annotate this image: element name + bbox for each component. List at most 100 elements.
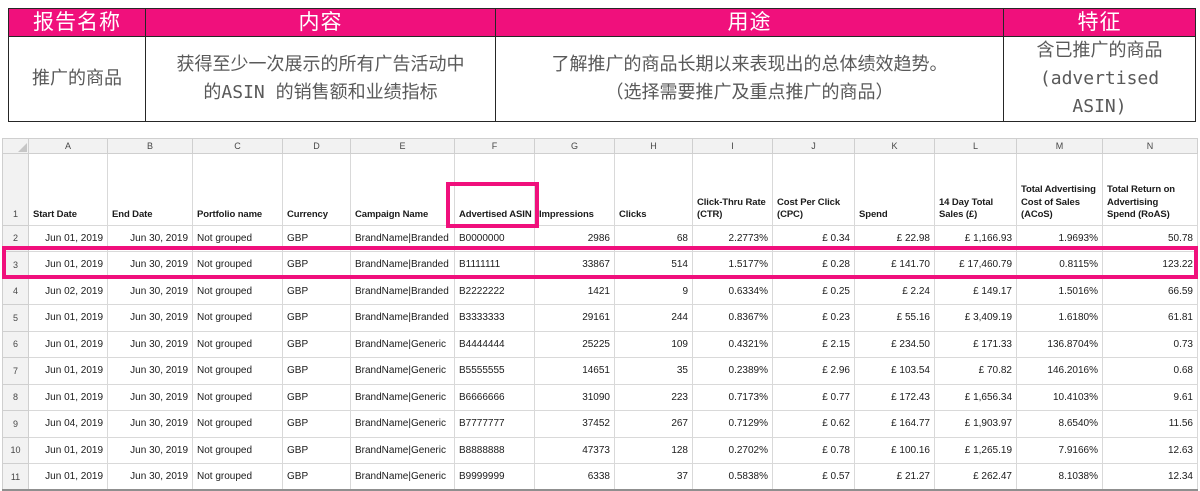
cell-E8[interactable]: BrandName|Generic — [351, 384, 455, 411]
cell-E2[interactable]: BrandName|Branded — [351, 225, 455, 252]
header-cell-I1[interactable]: Click-Thru Rate (CTR) — [693, 153, 773, 225]
cell-I6[interactable]: 0.4321% — [693, 331, 773, 358]
cell-I4[interactable]: 0.6334% — [693, 278, 773, 305]
cell-B3[interactable]: Jun 30, 2019 — [108, 252, 193, 279]
cell-H2[interactable]: 68 — [615, 225, 693, 252]
cell-J2[interactable]: £ 0.34 — [773, 225, 855, 252]
header-cell-K1[interactable]: Spend — [855, 153, 935, 225]
cell-E9[interactable]: BrandName|Generic — [351, 411, 455, 438]
cell-D7[interactable]: GBP — [283, 358, 351, 385]
header-cell-E1[interactable]: Campaign Name — [351, 153, 455, 225]
cell-N10[interactable]: 12.63 — [1103, 437, 1198, 464]
column-letter-G[interactable]: G — [535, 138, 615, 153]
row-number-2[interactable]: 2 — [3, 225, 29, 252]
cell-M10[interactable]: 7.9166% — [1017, 437, 1103, 464]
cell-C5[interactable]: Not grouped — [193, 305, 283, 332]
cell-C7[interactable]: Not grouped — [193, 358, 283, 385]
cell-D10[interactable]: GBP — [283, 437, 351, 464]
cell-M8[interactable]: 10.4103% — [1017, 384, 1103, 411]
cell-D4[interactable]: GBP — [283, 278, 351, 305]
cell-N7[interactable]: 0.68 — [1103, 358, 1198, 385]
cell-I7[interactable]: 0.2389% — [693, 358, 773, 385]
cell-B7[interactable]: Jun 30, 2019 — [108, 358, 193, 385]
cell-K6[interactable]: £ 234.50 — [855, 331, 935, 358]
header-cell-F1[interactable]: Advertised ASIN — [455, 153, 535, 225]
cell-G10[interactable]: 47373 — [535, 437, 615, 464]
column-letter-F[interactable]: F — [455, 138, 535, 153]
cell-J4[interactable]: £ 0.25 — [773, 278, 855, 305]
cell-H9[interactable]: 267 — [615, 411, 693, 438]
cell-B8[interactable]: Jun 30, 2019 — [108, 384, 193, 411]
row-number-7[interactable]: 7 — [3, 358, 29, 385]
cell-K2[interactable]: £ 22.98 — [855, 225, 935, 252]
cell-C9[interactable]: Not grouped — [193, 411, 283, 438]
select-all-corner[interactable] — [3, 138, 29, 153]
cell-L6[interactable]: £ 171.33 — [935, 331, 1017, 358]
cell-F10[interactable]: B8888888 — [455, 437, 535, 464]
cell-M3[interactable]: 0.8115% — [1017, 252, 1103, 279]
cell-E4[interactable]: BrandName|Branded — [351, 278, 455, 305]
header-cell-B1[interactable]: End Date — [108, 153, 193, 225]
cell-I8[interactable]: 0.7173% — [693, 384, 773, 411]
cell-M6[interactable]: 136.8704% — [1017, 331, 1103, 358]
cell-M5[interactable]: 1.6180% — [1017, 305, 1103, 332]
cell-A6[interactable]: Jun 01, 2019 — [29, 331, 108, 358]
header-cell-H1[interactable]: Clicks — [615, 153, 693, 225]
cell-A2[interactable]: Jun 01, 2019 — [29, 225, 108, 252]
cell-M9[interactable]: 8.6540% — [1017, 411, 1103, 438]
header-cell-M1[interactable]: Total Advertising Cost of Sales (ACoS) — [1017, 153, 1103, 225]
cell-N9[interactable]: 11.56 — [1103, 411, 1198, 438]
header-cell-G1[interactable]: Impressions — [535, 153, 615, 225]
cell-M2[interactable]: 1.9693% — [1017, 225, 1103, 252]
cell-G6[interactable]: 25225 — [535, 331, 615, 358]
cell-G2[interactable]: 2986 — [535, 225, 615, 252]
cell-C6[interactable]: Not grouped — [193, 331, 283, 358]
column-letter-E[interactable]: E — [351, 138, 455, 153]
header-cell-D1[interactable]: Currency — [283, 153, 351, 225]
row-number-6[interactable]: 6 — [3, 331, 29, 358]
cell-H7[interactable]: 35 — [615, 358, 693, 385]
cell-N3[interactable]: 123.22 — [1103, 252, 1198, 279]
cell-K5[interactable]: £ 55.16 — [855, 305, 935, 332]
cell-A8[interactable]: Jun 01, 2019 — [29, 384, 108, 411]
cell-H10[interactable]: 128 — [615, 437, 693, 464]
row-number-3[interactable]: 3 — [3, 252, 29, 279]
cell-F9[interactable]: B7777777 — [455, 411, 535, 438]
header-cell-J1[interactable]: Cost Per Click (CPC) — [773, 153, 855, 225]
cell-I10[interactable]: 0.2702% — [693, 437, 773, 464]
cell-G7[interactable]: 14651 — [535, 358, 615, 385]
cell-M7[interactable]: 146.2016% — [1017, 358, 1103, 385]
row-number-1[interactable]: 1 — [3, 153, 29, 225]
header-cell-L1[interactable]: 14 Day Total Sales (£) — [935, 153, 1017, 225]
cell-L9[interactable]: £ 1,903.97 — [935, 411, 1017, 438]
cell-B6[interactable]: Jun 30, 2019 — [108, 331, 193, 358]
cell-C2[interactable]: Not grouped — [193, 225, 283, 252]
cell-J9[interactable]: £ 0.62 — [773, 411, 855, 438]
column-letter-H[interactable]: H — [615, 138, 693, 153]
cell-G3[interactable]: 33867 — [535, 252, 615, 279]
cell-A9[interactable]: Jun 04, 2019 — [29, 411, 108, 438]
cell-N2[interactable]: 50.78 — [1103, 225, 1198, 252]
cell-B2[interactable]: Jun 30, 2019 — [108, 225, 193, 252]
cell-B9[interactable]: Jun 30, 2019 — [108, 411, 193, 438]
cell-K10[interactable]: £ 100.16 — [855, 437, 935, 464]
cell-F2[interactable]: B0000000 — [455, 225, 535, 252]
cell-C3[interactable]: Not grouped — [193, 252, 283, 279]
cell-K4[interactable]: £ 2.24 — [855, 278, 935, 305]
cell-B5[interactable]: Jun 30, 2019 — [108, 305, 193, 332]
cell-E7[interactable]: BrandName|Generic — [351, 358, 455, 385]
cell-A10[interactable]: Jun 01, 2019 — [29, 437, 108, 464]
cell-N4[interactable]: 66.59 — [1103, 278, 1198, 305]
header-cell-C1[interactable]: Portfolio name — [193, 153, 283, 225]
cell-L8[interactable]: £ 1,656.34 — [935, 384, 1017, 411]
cell-I2[interactable]: 2.2773% — [693, 225, 773, 252]
cell-J7[interactable]: £ 2.96 — [773, 358, 855, 385]
cell-J8[interactable]: £ 0.77 — [773, 384, 855, 411]
cell-K8[interactable]: £ 172.43 — [855, 384, 935, 411]
row-number-9[interactable]: 9 — [3, 411, 29, 438]
cell-N5[interactable]: 61.81 — [1103, 305, 1198, 332]
cell-C10[interactable]: Not grouped — [193, 437, 283, 464]
cell-L4[interactable]: £ 149.17 — [935, 278, 1017, 305]
cell-M4[interactable]: 1.5016% — [1017, 278, 1103, 305]
cell-L10[interactable]: £ 1,265.19 — [935, 437, 1017, 464]
